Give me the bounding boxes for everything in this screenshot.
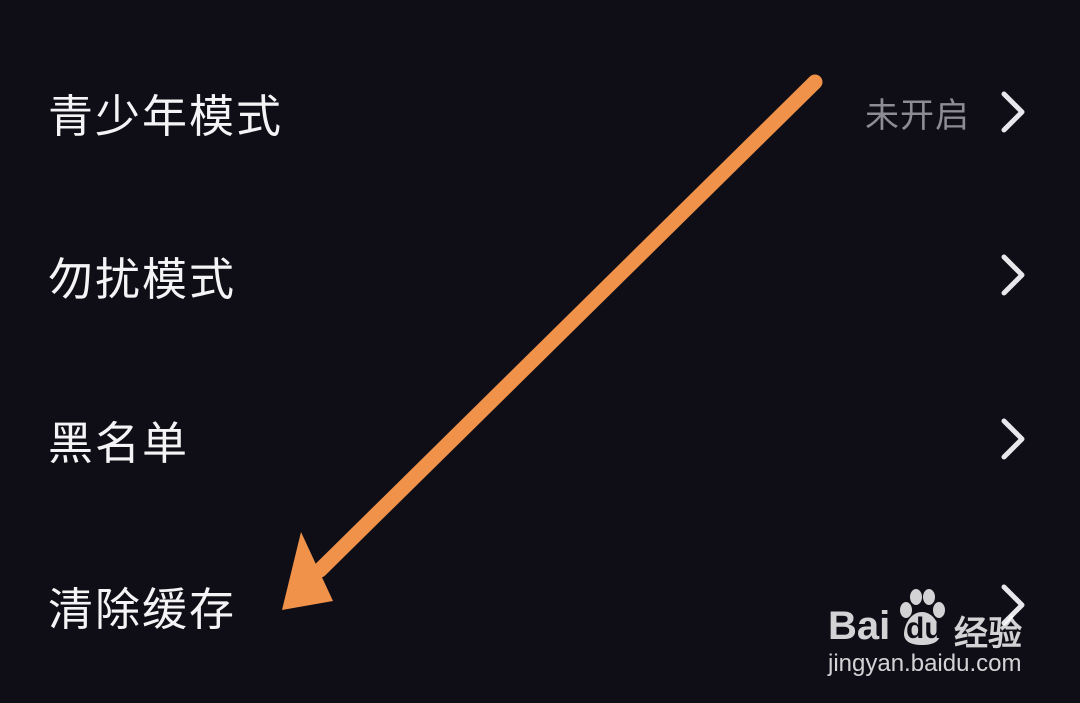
- settings-row-clear-cache[interactable]: 清除缓存: [0, 522, 1080, 688]
- teen-mode-status: 未开启: [865, 95, 970, 136]
- settings-list: 青少年模式 未开启 勿扰模式 黑名单 清除缓存: [0, 0, 1080, 703]
- settings-row-label: 青少年模式: [48, 89, 284, 143]
- settings-row-blacklist[interactable]: 黑名单: [0, 356, 1080, 522]
- settings-row-label: 清除缓存: [48, 582, 237, 636]
- chevron-right-icon: [998, 252, 1028, 298]
- settings-row-do-not-disturb[interactable]: 勿扰模式: [0, 192, 1080, 358]
- chevron-right-icon: [998, 89, 1028, 135]
- settings-row-teen-mode[interactable]: 青少年模式 未开启: [0, 29, 1080, 195]
- chevron-right-icon: [998, 416, 1028, 462]
- settings-row-label: 黑名单: [48, 416, 190, 470]
- settings-row-label: 勿扰模式: [48, 252, 237, 306]
- chevron-right-icon: [998, 582, 1028, 628]
